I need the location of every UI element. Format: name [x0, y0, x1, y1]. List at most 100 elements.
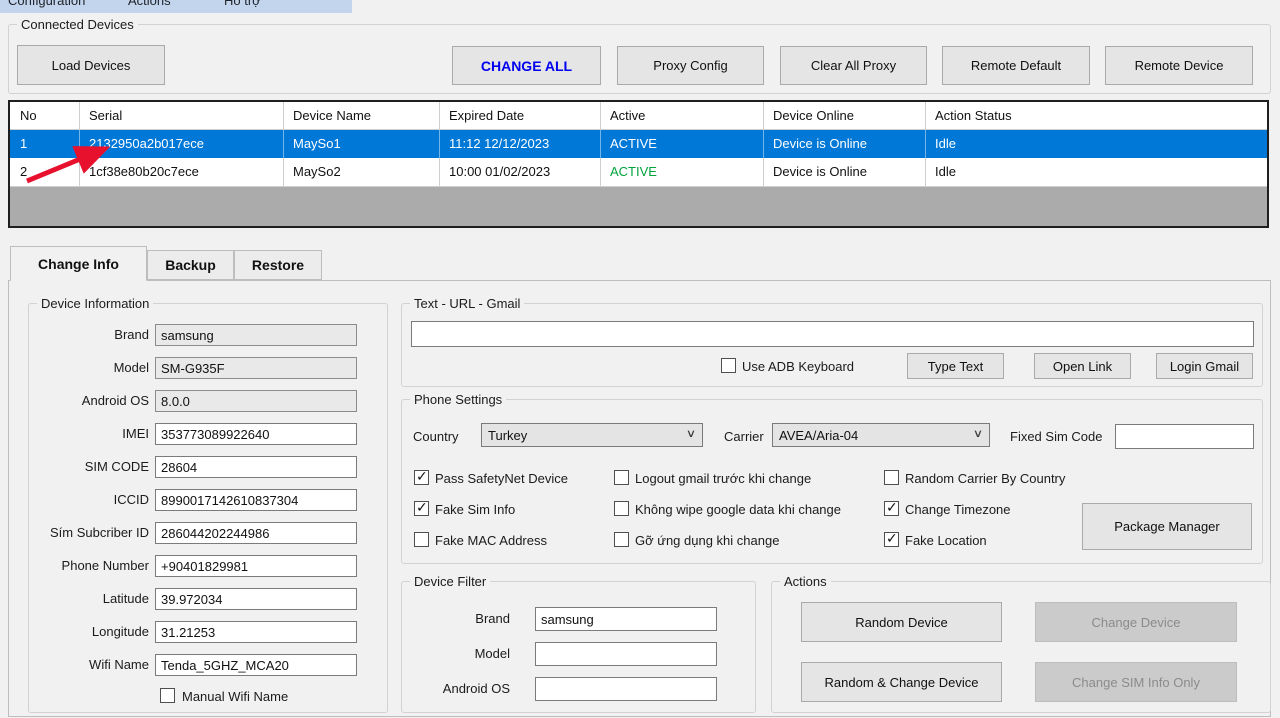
fake-mac-address-checkbox[interactable]: [414, 532, 429, 547]
change-all-button[interactable]: CHANGE ALL: [452, 46, 601, 85]
proxy-config-button[interactable]: Proxy Config: [617, 46, 764, 85]
open-link-button[interactable]: Open Link: [1034, 353, 1131, 379]
filter-android-os-input[interactable]: [535, 677, 717, 701]
remote-default-button[interactable]: Remote Default: [942, 46, 1090, 85]
model-input[interactable]: [155, 357, 357, 379]
table-header-row: No Serial Device Name Expired Date Activ…: [10, 102, 1267, 130]
brand-input[interactable]: [155, 324, 357, 346]
col-header-serial[interactable]: Serial: [80, 102, 284, 129]
pass-safetynet-checkbox[interactable]: [414, 470, 429, 485]
phone-number-input[interactable]: [155, 555, 357, 577]
device-information-group: Device Information Brand Model Android O…: [28, 303, 388, 713]
sim-code-label: SIM CODE: [37, 459, 149, 474]
text-url-gmail-group: Text - URL - Gmail Use ADB Keyboard Type…: [401, 303, 1263, 387]
random-and-change-device-button[interactable]: Random & Change Device: [801, 662, 1002, 702]
country-select[interactable]: Turkey ∨: [481, 423, 703, 447]
cell-action-status: Idle: [926, 158, 1267, 186]
fixed-sim-code-input[interactable]: [1115, 424, 1254, 449]
sim-subcriber-id-input[interactable]: [155, 522, 357, 544]
filter-brand-input[interactable]: [535, 607, 717, 631]
iccid-input[interactable]: [155, 489, 357, 511]
sim-code-input[interactable]: [155, 456, 357, 478]
change-info-tab-panel: Device Information Brand Model Android O…: [8, 280, 1271, 717]
phone-number-label: Phone Number: [37, 558, 149, 573]
carrier-label: Carrier: [724, 429, 764, 444]
fake-sim-info-checkbox[interactable]: [414, 501, 429, 516]
filter-brand-label: Brand: [410, 611, 510, 626]
longitude-input[interactable]: [155, 621, 357, 643]
cell-device-name: MaySo2: [284, 158, 440, 186]
login-gmail-button[interactable]: Login Gmail: [1156, 353, 1253, 379]
table-row[interactable]: 2 1cf38e80b20c7ece MaySo2 10:00 01/02/20…: [10, 158, 1267, 187]
clear-all-proxy-button[interactable]: Clear All Proxy: [780, 46, 927, 85]
device-filter-group: Device Filter Brand Model Android OS: [401, 581, 756, 713]
table-row[interactable]: 1 2132950a2b017ece MaySo1 11:12 12/12/20…: [10, 130, 1267, 158]
cell-serial: 2132950a2b017ece: [80, 130, 284, 158]
sim-subcriber-id-label: Sím Subcriber ID: [37, 525, 149, 540]
android-os-label: Android OS: [37, 393, 149, 408]
wifi-name-label: Wifi Name: [37, 657, 149, 672]
package-manager-button[interactable]: Package Manager: [1082, 503, 1252, 550]
imei-input[interactable]: [155, 423, 357, 445]
random-carrier-label: Random Carrier By Country: [905, 471, 1065, 486]
app-window: { "menu": { "items": ["Configuration", "…: [0, 0, 1280, 718]
use-adb-keyboard-checkbox[interactable]: [721, 358, 736, 373]
manual-wifi-name-label: Manual Wifi Name: [182, 689, 288, 704]
menu-configuration[interactable]: Configuration: [8, 0, 85, 8]
fake-sim-info-label: Fake Sim Info: [435, 502, 515, 517]
fake-mac-address-label: Fake MAC Address: [435, 533, 547, 548]
imei-label: IMEI: [37, 426, 149, 441]
cell-no: 2: [10, 158, 80, 186]
change-sim-info-only-button[interactable]: Change SIM Info Only: [1035, 662, 1237, 702]
logout-gmail-label: Logout gmail trước khi change: [635, 471, 811, 486]
fake-location-checkbox[interactable]: [884, 532, 899, 547]
go-ung-dung-checkbox[interactable]: [614, 532, 629, 547]
wifi-name-input[interactable]: [155, 654, 357, 676]
tab-restore[interactable]: Restore: [234, 250, 322, 280]
random-device-button[interactable]: Random Device: [801, 602, 1002, 642]
tab-change-info[interactable]: Change Info: [10, 246, 147, 281]
pass-safetynet-label: Pass SafetyNet Device: [435, 471, 568, 486]
longitude-label: Longitude: [37, 624, 149, 639]
use-adb-keyboard-label: Use ADB Keyboard: [742, 359, 854, 374]
filter-model-input[interactable]: [535, 642, 717, 666]
khong-wipe-google-checkbox[interactable]: [614, 501, 629, 516]
menu-bar: Configuration Actions Hỗ trợ: [0, 0, 352, 13]
filter-android-os-label: Android OS: [410, 681, 510, 696]
col-header-device-name[interactable]: Device Name: [284, 102, 440, 129]
change-timezone-checkbox[interactable]: [884, 501, 899, 516]
cell-no: 1: [10, 130, 80, 158]
menu-ho-tro[interactable]: Hỗ trợ: [224, 0, 261, 8]
android-os-input[interactable]: [155, 390, 357, 412]
go-ung-dung-label: Gỡ ứng dụng khi change: [635, 533, 779, 548]
phone-settings-group: Phone Settings Country Turkey ∨ Carrier …: [401, 399, 1263, 564]
latitude-input[interactable]: [155, 588, 357, 610]
cell-expired-date: 11:12 12/12/2023: [440, 130, 601, 158]
cell-expired-date: 10:00 01/02/2023: [440, 158, 601, 186]
change-device-button[interactable]: Change Device: [1035, 602, 1237, 642]
brand-label: Brand: [37, 327, 149, 342]
col-header-expired-date[interactable]: Expired Date: [440, 102, 601, 129]
random-carrier-checkbox[interactable]: [884, 470, 899, 485]
col-header-active[interactable]: Active: [601, 102, 764, 129]
tab-backup[interactable]: Backup: [147, 250, 234, 280]
col-header-device-online[interactable]: Device Online: [764, 102, 926, 129]
cell-active: ACTIVE: [601, 158, 764, 186]
logout-gmail-checkbox[interactable]: [614, 470, 629, 485]
menu-actions[interactable]: Actions: [128, 0, 171, 8]
remote-device-button[interactable]: Remote Device: [1105, 46, 1253, 85]
col-header-action-status[interactable]: Action Status: [926, 102, 1267, 129]
carrier-select[interactable]: AVEA/Aria-04 ∨: [772, 423, 990, 447]
connected-devices-group: Connected Devices Load Devices CHANGE AL…: [8, 24, 1271, 94]
actions-group: Actions Random Device Change Device Rand…: [771, 581, 1271, 713]
table-empty-area: [10, 187, 1267, 226]
type-text-button[interactable]: Type Text: [907, 353, 1004, 379]
text-url-gmail-input[interactable]: [411, 321, 1254, 347]
country-value: Turkey: [488, 428, 527, 443]
load-devices-button[interactable]: Load Devices: [17, 45, 165, 85]
manual-wifi-name-checkbox[interactable]: [160, 688, 175, 703]
device-filter-title: Device Filter: [410, 574, 490, 589]
cell-device-online: Device is Online: [764, 130, 926, 158]
khong-wipe-google-label: Không wipe google data khi change: [635, 502, 841, 517]
col-header-no[interactable]: No: [10, 102, 80, 129]
